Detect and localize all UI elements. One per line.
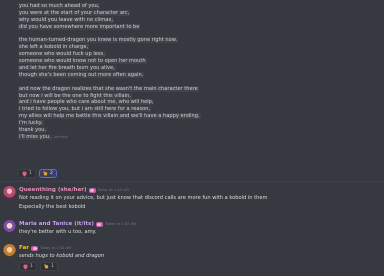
poem-line: i'm lucky. bbox=[18, 120, 44, 127]
author-name[interactable]: Queenthing (she/her) bbox=[19, 187, 87, 193]
poem-line: my allies will help me battle this villa… bbox=[18, 113, 201, 120]
poem-line: though she's been coming out more often … bbox=[18, 71, 145, 78]
reaction-kobold[interactable]: 1 bbox=[39, 262, 58, 271]
poem-line: and now the dragon realizes that she was… bbox=[18, 85, 199, 92]
author-name[interactable]: Maria and Tanice (it/its) bbox=[19, 221, 94, 227]
heart-emoji-icon bbox=[22, 171, 27, 176]
message-far: Far Today at 2:02 AM sends hugs to kobol… bbox=[3, 244, 381, 276]
avatar[interactable] bbox=[3, 220, 16, 233]
poem-line: thank you. bbox=[18, 127, 48, 134]
timestamp: Today at 1:47 AM bbox=[104, 222, 137, 226]
poem-message: you had so much ahead of you, you were a… bbox=[18, 3, 268, 141]
poem-line: i tried to follow you, but i am still he… bbox=[18, 106, 152, 113]
reaction-heart[interactable]: 1 bbox=[19, 262, 37, 271]
role-badge-icon bbox=[88, 187, 96, 193]
reaction-count: 1 bbox=[50, 264, 54, 269]
poem-line: did you have somewhere more important to… bbox=[18, 23, 141, 30]
poem-line: you were at the start of your character … bbox=[18, 9, 131, 16]
poem-line: someone who would know not to open her m… bbox=[18, 58, 147, 65]
poem-line: someone who would fuck up less. bbox=[18, 51, 106, 58]
reaction-heart[interactable]: 1 bbox=[18, 169, 36, 178]
heart-emoji-icon bbox=[23, 264, 28, 269]
avatar[interactable] bbox=[3, 186, 16, 199]
message-header: Queenthing (she/her) Today at 1:45 AM bbox=[19, 187, 129, 193]
chat-log: you had so much ahead of you, you were a… bbox=[0, 0, 384, 276]
edited-label: (edited) bbox=[53, 134, 68, 139]
poem-line: the human-turned-dragon you knew is most… bbox=[18, 37, 179, 44]
kobold-emoji-icon bbox=[43, 264, 49, 269]
stanza-gap bbox=[18, 79, 268, 86]
message-maria: Maria and Tanice (it/its) Today at 1:47 … bbox=[3, 220, 381, 237]
poem-line: you had so much ahead of you, bbox=[18, 3, 101, 9]
poem-reactions: 1 2 bbox=[18, 169, 57, 178]
message-queenthing: Queenthing (she/her) Today at 1:45 AM No… bbox=[3, 186, 381, 216]
poem-line: but now i will be the one to fight this … bbox=[18, 92, 132, 99]
avatar[interactable] bbox=[3, 244, 16, 257]
author-name[interactable]: Far bbox=[19, 245, 29, 251]
message-text: they're better with u too, amy. bbox=[19, 229, 97, 235]
message-text: Not reading it on your advice, but just … bbox=[19, 195, 268, 201]
message-reactions: 1 1 bbox=[19, 262, 58, 271]
kobold-emoji-icon bbox=[42, 171, 48, 176]
timestamp: Today at 2:02 AM bbox=[40, 246, 72, 250]
reaction-count: 1 bbox=[29, 171, 32, 176]
reaction-kobold[interactable]: 2 bbox=[38, 169, 57, 178]
poem-line: why would you leave with no climax, bbox=[18, 16, 114, 23]
timestamp: Today at 1:45 AM bbox=[97, 188, 129, 192]
poem-line: and i have people who care about me, who… bbox=[18, 99, 155, 106]
poem-line: and let her fire breath burn you alive, bbox=[18, 65, 116, 72]
message-text: Especially the best kobold bbox=[19, 204, 86, 210]
message-header: Far Today at 2:02 AM bbox=[19, 245, 71, 251]
message-divider bbox=[0, 181, 384, 182]
role-badge-icon bbox=[95, 221, 103, 227]
message-text: sends hugs to kobold and dragon bbox=[19, 253, 105, 259]
reaction-count: 2 bbox=[49, 171, 53, 176]
poem-line: i'll miss you. (edited) bbox=[18, 133, 68, 140]
message-header: Maria and Tanice (it/its) Today at 1:47 … bbox=[19, 221, 136, 227]
stanza-gap bbox=[18, 31, 268, 38]
role-badge-icon bbox=[31, 245, 39, 251]
poem-line: she left a kobold in charge, bbox=[18, 44, 90, 51]
reaction-count: 1 bbox=[30, 264, 33, 269]
